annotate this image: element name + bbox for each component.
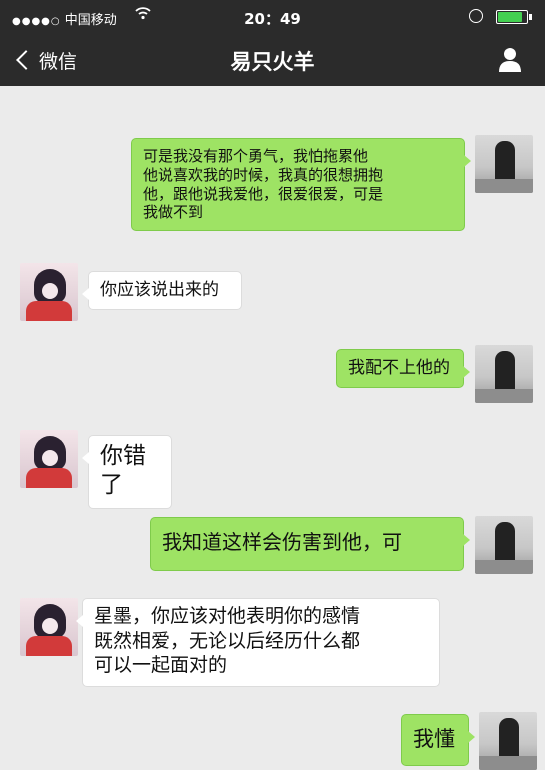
message-line: 星墨，你应该对他表明你的感情: [94, 605, 361, 627]
sent-message-bubble[interactable]: 我懂: [401, 714, 475, 766]
battery-icon: [496, 10, 532, 24]
avatar[interactable]: [20, 263, 78, 321]
rotation-lock-icon: [469, 9, 483, 23]
sent-message-bubble[interactable]: 可是我没有那个勇气，我怕拖累他 他说喜欢我的时候，我真的很想拥抱 他，跟他说我爱…: [131, 138, 471, 231]
received-message-bubble[interactable]: 你错了: [82, 435, 172, 509]
avatar[interactable]: [20, 430, 78, 488]
sent-message-bubble[interactable]: 我配不上他的: [336, 349, 470, 389]
received-message-bubble[interactable]: 你应该说出来的: [82, 271, 242, 311]
status-time: 20：49: [244, 10, 301, 28]
avatar[interactable]: [475, 135, 533, 193]
message-line: 你错了: [100, 443, 146, 498]
message-line: 他，跟他说我爱他，很爱很爱，可是: [143, 184, 384, 203]
sent-message-bubble[interactable]: 我知道这样会伤害到他，可: [150, 517, 470, 571]
status-bar: ●●●●○ 中国移动 20：49: [0, 0, 545, 34]
message-line: 我知道这样会伤害到他，可: [162, 530, 402, 554]
contact-profile-icon[interactable]: [495, 44, 525, 74]
received-message-bubble[interactable]: 星墨，你应该对他表明你的感情 既然相爱，无论以后经历什么都 可以一起面对的: [76, 598, 440, 688]
message-line: 既然相爱，无论以后经历什么都: [94, 629, 361, 652]
avatar[interactable]: [479, 712, 537, 770]
message-line: 你应该说出来的: [100, 280, 219, 300]
avatar[interactable]: [475, 345, 533, 403]
message-line: 可以一起面对的: [94, 654, 228, 677]
message-line: 我懂: [413, 727, 455, 751]
message-line: 我做不到: [143, 203, 204, 222]
message-line: 他说喜欢我的时候，我真的很想拥抱: [143, 165, 384, 184]
chat-title: 易只火羊: [230, 50, 315, 74]
avatar[interactable]: [20, 598, 78, 656]
message-line: 可是我没有那个勇气，我怕拖累他: [143, 147, 369, 165]
message-line: 我配不上他的: [348, 358, 450, 378]
chat-header: 微信 易只火羊: [0, 34, 545, 86]
avatar[interactable]: [475, 516, 533, 574]
